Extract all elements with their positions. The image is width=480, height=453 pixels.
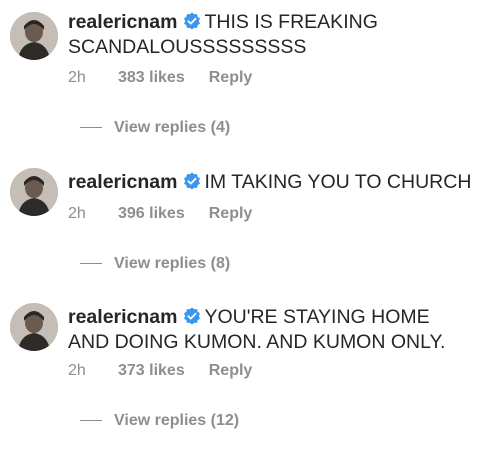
comment-text-block: realericnam IM TAKING YOU TO CHURCH	[68, 170, 473, 195]
verified-badge-icon	[183, 307, 200, 325]
avatar[interactable]	[10, 168, 58, 216]
comment-text-block: realericnam YOU'RE STAYING HOME AND DOING…	[68, 305, 473, 355]
comment-meta: 2h 396 likes Reply	[68, 205, 252, 223]
replies-divider-line	[80, 263, 102, 265]
view-replies-label: View replies (4)	[114, 119, 231, 136]
reply-button[interactable]: Reply	[209, 69, 253, 87]
view-replies-label: View replies (12)	[114, 412, 240, 429]
reply-button[interactable]: Reply	[209, 362, 253, 380]
username-link[interactable]: realericnam	[68, 171, 178, 193]
username-link[interactable]: realericnam	[68, 11, 178, 33]
reply-button[interactable]: Reply	[209, 205, 253, 223]
comment-timestamp: 2h	[68, 205, 86, 222]
replies-divider-line	[80, 127, 102, 129]
avatar-image	[10, 303, 58, 351]
verified-badge-icon	[183, 12, 200, 30]
view-replies-button[interactable]: View replies (8)	[80, 255, 230, 273]
avatar[interactable]	[10, 12, 58, 60]
comment-text: IM TAKING YOU TO CHURCH	[204, 171, 472, 193]
view-replies-button[interactable]: View replies (12)	[80, 412, 239, 430]
verified-badge-icon	[183, 172, 200, 190]
avatar-image	[10, 12, 58, 60]
comment-timestamp: 2h	[68, 362, 86, 379]
comment-meta: 2h 383 likes Reply	[68, 69, 252, 87]
replies-divider-line	[80, 420, 102, 422]
avatar-image	[10, 168, 58, 216]
comment-text-block: realericnam THIS IS FREAKING SCANDALOUSSS…	[68, 10, 473, 60]
likes-count[interactable]: 383 likes	[118, 69, 185, 87]
comment-timestamp: 2h	[68, 69, 86, 86]
view-replies-label: View replies (8)	[114, 255, 231, 272]
avatar[interactable]	[10, 303, 58, 351]
likes-count[interactable]: 396 likes	[118, 205, 185, 223]
username-link[interactable]: realericnam	[68, 306, 178, 328]
view-replies-button[interactable]: View replies (4)	[80, 119, 230, 137]
likes-count[interactable]: 373 likes	[118, 362, 185, 380]
comment-meta: 2h 373 likes Reply	[68, 362, 252, 380]
